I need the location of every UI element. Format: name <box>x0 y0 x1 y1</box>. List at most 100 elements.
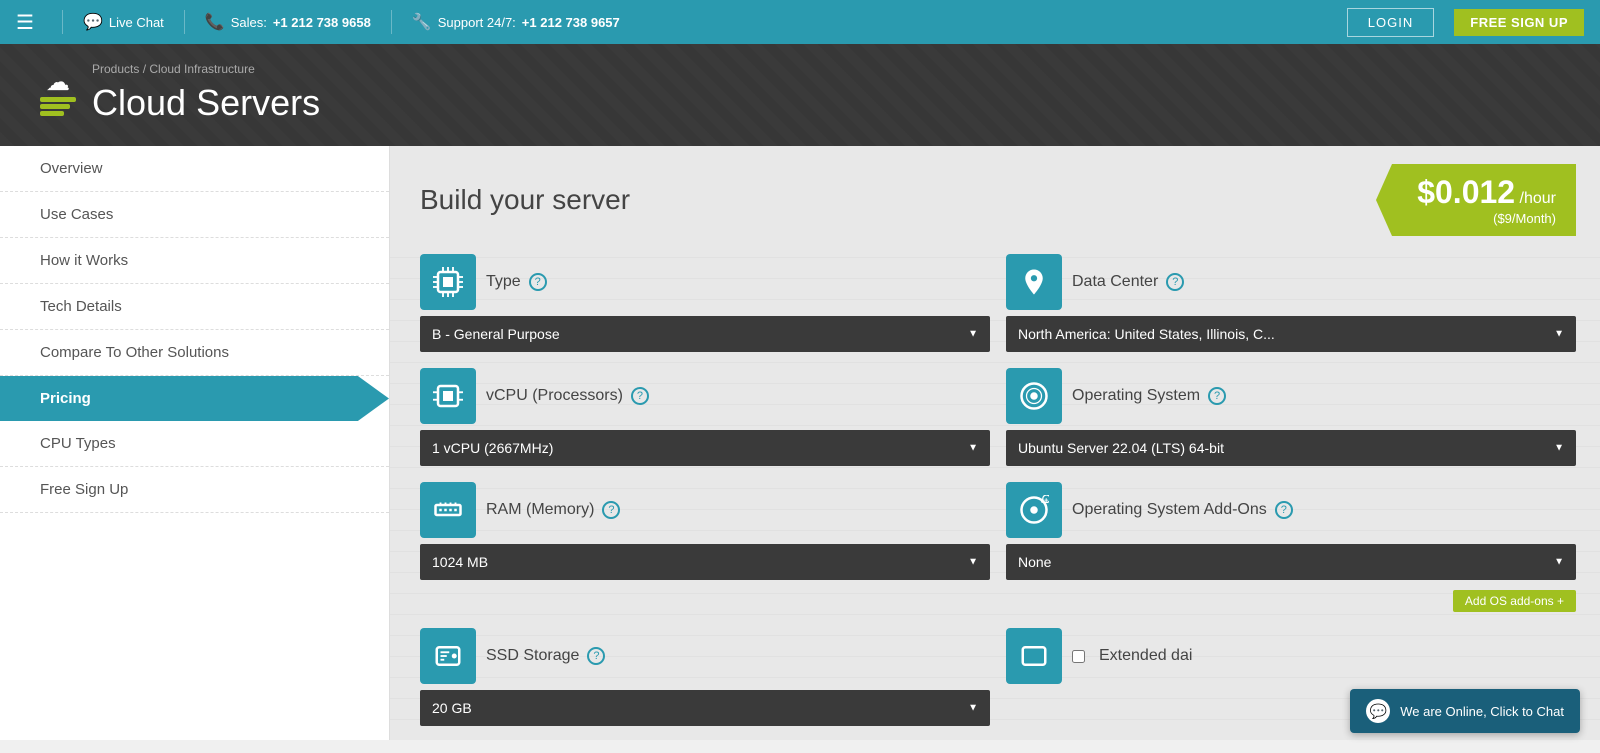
ssd-label: SSD Storage <box>486 647 579 665</box>
os-label: Operating System <box>1072 387 1200 405</box>
extended-icon <box>1006 628 1062 684</box>
datacenter-icon <box>1006 254 1062 310</box>
extended-icon-svg <box>1019 641 1049 671</box>
os-select[interactable]: Ubuntu Server 22.04 (LTS) 64-bit CentOS … <box>1006 430 1576 466</box>
hamburger-icon[interactable]: ☰ <box>16 10 34 35</box>
ram-icon <box>420 482 476 538</box>
livechat-nav-item[interactable]: 💬 Live Chat <box>83 12 164 32</box>
type-label: Type <box>486 273 521 291</box>
sales-label: Sales: <box>231 15 267 30</box>
type-label-row: Type ? <box>486 273 990 291</box>
page-title: Cloud Servers <box>92 82 320 124</box>
price-badge: $0.012 /hour ($9/Month) <box>1376 164 1576 236</box>
sales-nav-item[interactable]: 📞 Sales: +1 212 738 9658 <box>205 12 371 32</box>
datacenter-select[interactable]: North America: United States, Illinois, … <box>1006 316 1576 352</box>
sidebar-item-pricing[interactable]: Pricing <box>0 376 389 421</box>
vcpu-label-row: vCPU (Processors) ? <box>486 387 990 405</box>
processor-icon <box>433 381 463 411</box>
sidebar-item-freesignup[interactable]: Free Sign Up <box>0 467 389 513</box>
ram-label: RAM (Memory) <box>486 501 594 519</box>
ssd-field-group: SSD Storage ? 20 GB 40 GB 80 GB <box>420 628 990 726</box>
sidebar-item-howitworks[interactable]: How it Works <box>0 238 389 284</box>
ssd-icon <box>420 628 476 684</box>
ram-help-icon[interactable]: ? <box>602 501 620 519</box>
extended-label: Extended dai <box>1099 647 1192 665</box>
os-field-group: Operating System ? Ubuntu Server 22.04 (… <box>1006 368 1576 466</box>
osaddons-field-group: + Operating System Add-Ons ? None cPanel… <box>1006 482 1576 612</box>
add-os-addons-button[interactable]: Add OS add-ons + <box>1453 590 1576 612</box>
osaddons-icon: + <box>1006 482 1062 538</box>
type-select[interactable]: B - General Purpose A - Standard C - Hig… <box>420 316 990 352</box>
extended-label-row: Extended dai <box>1072 647 1576 665</box>
chat-label: We are Online, Click to Chat <box>1400 704 1564 719</box>
content-area: Build your server $0.012 /hour ($9/Month… <box>390 146 1600 740</box>
sidebar-item-cputypes[interactable]: CPU Types <box>0 421 389 467</box>
datacenter-label: Data Center <box>1072 273 1158 291</box>
datacenter-select-wrapper: North America: United States, Illinois, … <box>1006 316 1576 352</box>
nav-divider2 <box>184 10 185 34</box>
chat-widget[interactable]: 💬 We are Online, Click to Chat <box>1350 689 1580 733</box>
ram-field-header: RAM (Memory) ? <box>420 482 990 538</box>
datacenter-help-icon[interactable]: ? <box>1166 273 1184 291</box>
os-icon <box>1006 368 1062 424</box>
ram-label-row: RAM (Memory) ? <box>486 501 990 519</box>
extended-checkbox[interactable] <box>1072 650 1085 663</box>
add-os-addons-area: Add OS add-ons + <box>1006 590 1576 612</box>
type-field-group: Type ? B - General Purpose A - Standard … <box>420 254 990 352</box>
chat-bubble-icon: 💬 <box>1366 699 1390 723</box>
price-unit: /hour <box>1520 190 1556 207</box>
vcpu-field-header: vCPU (Processors) ? <box>420 368 990 424</box>
chat-icon: 💬 <box>83 12 103 32</box>
ssd-select-wrapper: 20 GB 40 GB 80 GB <box>420 690 990 726</box>
nav-divider3 <box>391 10 392 34</box>
ssd-field-header: SSD Storage ? <box>420 628 990 684</box>
os-field-header: Operating System ? <box>1006 368 1576 424</box>
disc-plus-icon: + <box>1019 495 1049 525</box>
type-field-header: Type ? <box>420 254 990 310</box>
support-nav-item[interactable]: 🔧 Support 24/7: +1 212 738 9657 <box>412 12 620 32</box>
support-phone: +1 212 738 9657 <box>522 15 620 30</box>
vcpu-select-wrapper: 1 vCPU (2667MHz) 2 vCPU (2667MHz) 4 vCPU… <box>420 430 990 466</box>
location-icon <box>1019 267 1049 297</box>
sales-phone: +1 212 738 9658 <box>273 15 371 30</box>
os-label-row: Operating System ? <box>1072 387 1576 405</box>
price-month: ($9/Month) <box>1396 211 1556 226</box>
main-layout: Overview Use Cases How it Works Tech Det… <box>0 146 1600 740</box>
datacenter-field-group: Data Center ? North America: United Stat… <box>1006 254 1576 352</box>
ram-select-wrapper: 512 MB 1024 MB 2048 MB <box>420 544 990 580</box>
ssd-select[interactable]: 20 GB 40 GB 80 GB <box>420 690 990 726</box>
disc-icon <box>1019 381 1049 411</box>
datacenter-field-header: Data Center ? <box>1006 254 1576 310</box>
osaddons-help-icon[interactable]: ? <box>1275 501 1293 519</box>
support-icon: 🔧 <box>412 12 432 32</box>
price-main: $0.012 <box>1417 174 1515 210</box>
signup-button[interactable]: FREE SIGN UP <box>1454 9 1584 36</box>
sidebar-item-usecases[interactable]: Use Cases <box>0 192 389 238</box>
chip-icon <box>433 267 463 297</box>
vcpu-help-icon[interactable]: ? <box>631 387 649 405</box>
type-help-icon[interactable]: ? <box>529 273 547 291</box>
osaddons-field-header: + Operating System Add-Ons ? <box>1006 482 1576 538</box>
breadcrumb: Products / Cloud Infrastructure <box>92 62 320 76</box>
livechat-label: Live Chat <box>109 15 164 30</box>
sidebar: Overview Use Cases How it Works Tech Det… <box>0 146 390 740</box>
title-area: Products / Cloud Infrastructure Cloud Se… <box>92 62 320 124</box>
phone-icon: 📞 <box>205 12 225 32</box>
build-header: Build your server $0.012 /hour ($9/Month… <box>390 146 1600 254</box>
sidebar-item-overview[interactable]: Overview <box>0 146 389 192</box>
type-select-wrapper: B - General Purpose A - Standard C - Hig… <box>420 316 990 352</box>
ssd-help-icon[interactable]: ? <box>587 647 605 665</box>
login-button[interactable]: LOGIN <box>1347 8 1434 37</box>
vcpu-select[interactable]: 1 vCPU (2667MHz) 2 vCPU (2667MHz) 4 vCPU… <box>420 430 990 466</box>
fields-grid: Type ? B - General Purpose A - Standard … <box>390 254 1600 740</box>
os-help-icon[interactable]: ? <box>1208 387 1226 405</box>
osaddons-label-row: Operating System Add-Ons ? <box>1072 501 1576 519</box>
osaddons-select[interactable]: None cPanel Plesk <box>1006 544 1576 580</box>
ram-select[interactable]: 512 MB 1024 MB 2048 MB <box>420 544 990 580</box>
type-icon <box>420 254 476 310</box>
sidebar-item-compare[interactable]: Compare To Other Solutions <box>0 330 389 376</box>
ssd-label-row: SSD Storage ? <box>486 647 990 665</box>
sidebar-item-techdetails[interactable]: Tech Details <box>0 284 389 330</box>
ram-field-group: RAM (Memory) ? 512 MB 1024 MB 2048 MB <box>420 482 990 612</box>
datacenter-label-row: Data Center ? <box>1072 273 1576 291</box>
